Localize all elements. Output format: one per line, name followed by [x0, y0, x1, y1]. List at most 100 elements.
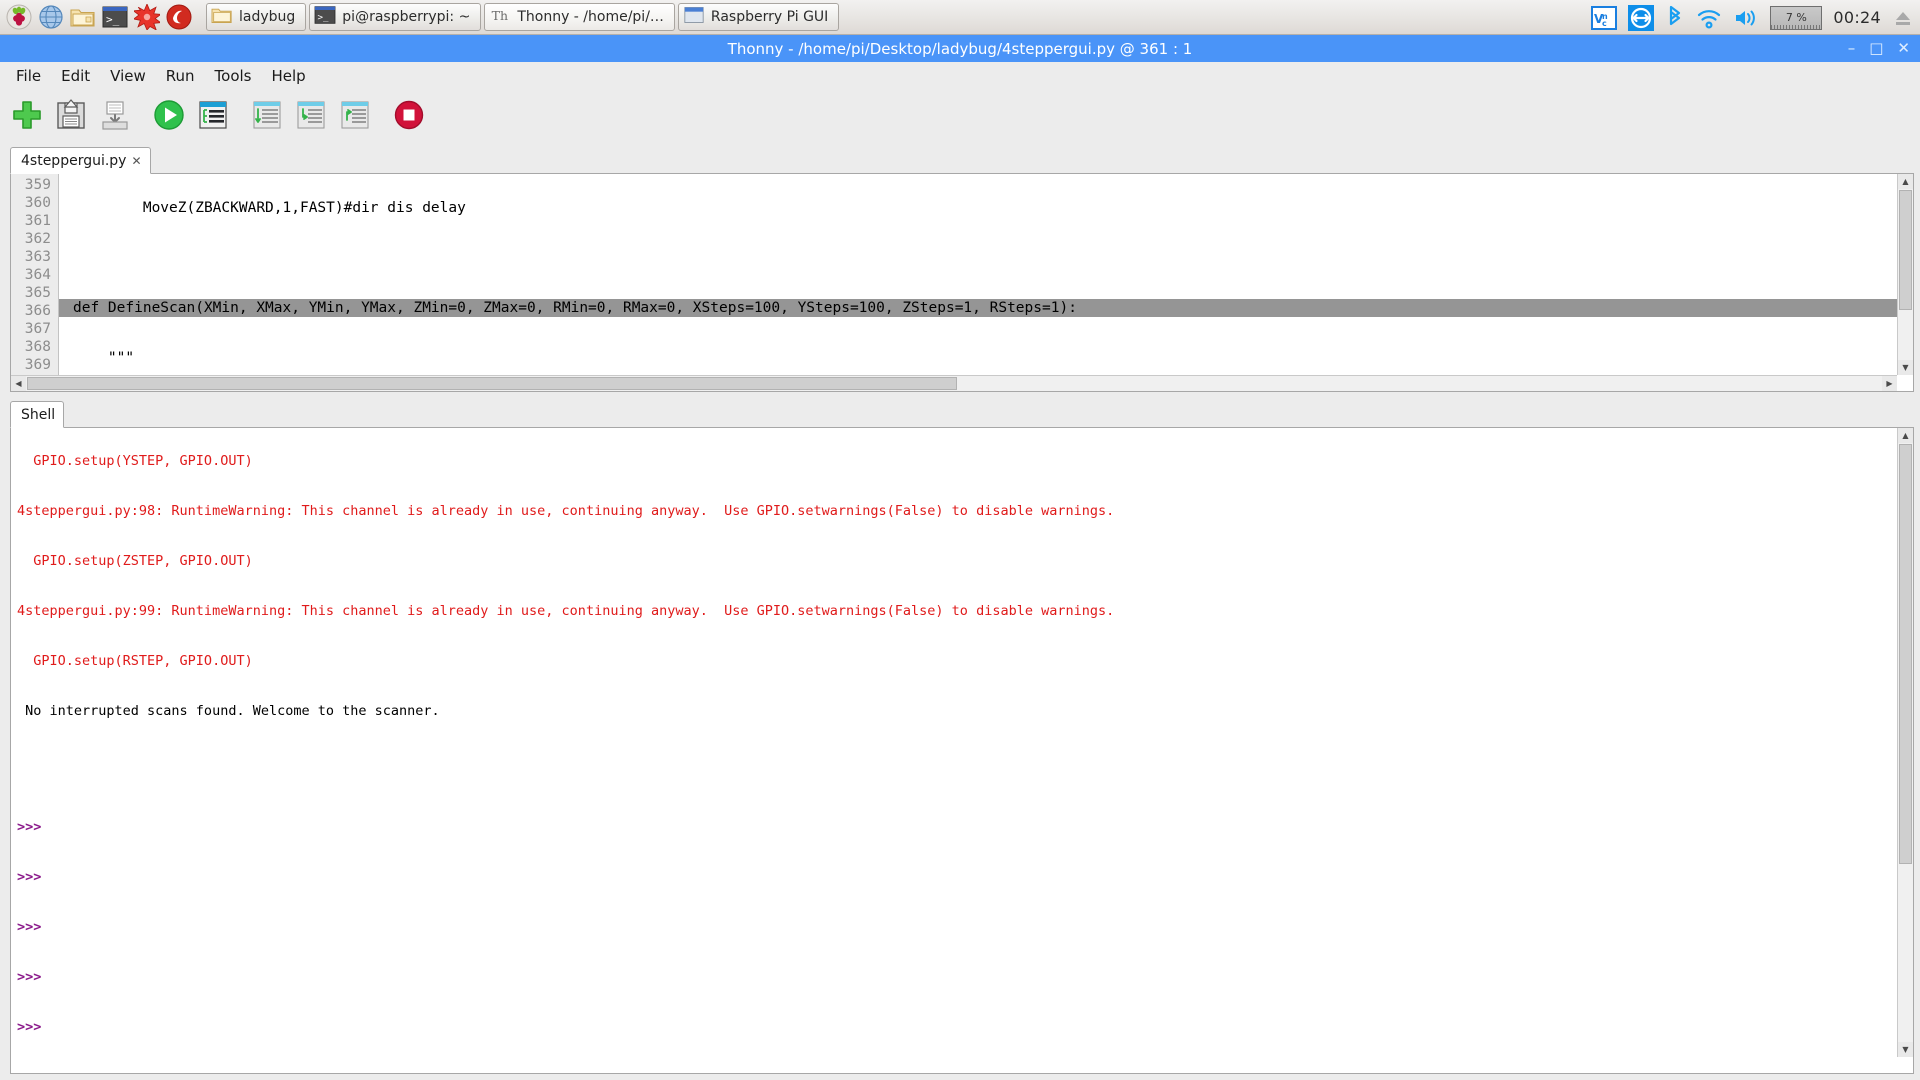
shell-line: 4steppergui.py:98: RuntimeWarning: This …	[17, 503, 1115, 519]
code-editor[interactable]: 359 360 361 362 363 364 365 366 367 368 …	[10, 174, 1914, 392]
line-number: 366	[24, 303, 51, 319]
prompt-symbol: >>>	[17, 819, 42, 835]
new-file-button[interactable]	[8, 96, 46, 134]
taskbar-window-label: Raspberry Pi GUI	[710, 9, 829, 25]
save-file-button[interactable]	[52, 96, 90, 134]
web-browser-icon[interactable]	[36, 2, 66, 32]
prompt-symbol: >>>	[17, 969, 42, 985]
mathematica-icon[interactable]	[132, 2, 162, 32]
editor-area: 4steppergui.py ✕ 359 360 361 362 363 364…	[10, 146, 1914, 392]
file-manager-icon[interactable]	[68, 2, 98, 32]
taskbar-window-label: pi@raspberrypi: ~	[342, 9, 471, 25]
minimize-button[interactable]: –	[1848, 41, 1856, 56]
code-line-text: def DefineScan(XMin, XMax, YMin, YMax, Z…	[73, 300, 1077, 316]
close-button[interactable]: ✕	[1897, 41, 1910, 56]
shell-line: No interrupted scans found. Welcome to t…	[17, 703, 440, 719]
line-number-gutter: 359 360 361 362 363 364 365 366 367 368 …	[11, 174, 59, 391]
shell-area: Shell GPIO.setup(YSTEP, GPIO.OUT) 4stepp…	[10, 400, 1914, 1074]
line-number: 364	[24, 267, 51, 283]
step-into-button[interactable]	[292, 96, 330, 134]
menu-edit[interactable]: Edit	[53, 64, 98, 88]
terminal-icon[interactable]: >_	[100, 2, 130, 32]
taskbar-window-raspberry-pi-gui[interactable]: Raspberry Pi GUI	[677, 3, 840, 31]
wifi-icon[interactable]	[1696, 6, 1722, 30]
menu-view[interactable]: View	[102, 64, 154, 88]
svg-text:Th: Th	[492, 8, 508, 23]
line-number: 369	[24, 357, 51, 373]
shell-output[interactable]: GPIO.setup(YSTEP, GPIO.OUT) 4steppergui.…	[11, 428, 1896, 1073]
scrollbar-thumb[interactable]	[1899, 444, 1912, 864]
step-out-button[interactable]	[336, 96, 374, 134]
shell-prompt-line: >>>	[17, 1068, 1896, 1073]
taskbar-window-label: ladybug	[239, 9, 296, 25]
vnc-icon[interactable]: V n c	[1591, 5, 1618, 31]
volume-icon[interactable]	[1733, 6, 1759, 30]
shell-line: GPIO.setup(YSTEP, GPIO.OUT)	[17, 453, 253, 469]
menu-tools[interactable]: Tools	[207, 64, 260, 88]
taskbar-window-thonny[interactable]: Th Thonny - /home/pi/…	[484, 3, 675, 31]
wolfram-icon[interactable]	[164, 2, 194, 32]
scroll-up-arrow[interactable]: ▲	[1898, 174, 1913, 189]
thonny-icon: Th	[489, 5, 511, 29]
taskbar-window-terminal[interactable]: >_ pi@raspberrypi: ~	[309, 3, 482, 31]
svg-text:>_: >_	[106, 13, 120, 26]
editor-tab-4steppergui[interactable]: 4steppergui.py ✕	[10, 147, 151, 174]
step-over-button[interactable]	[248, 96, 286, 134]
scroll-down-arrow[interactable]: ▼	[1898, 360, 1913, 375]
run-button[interactable]	[150, 96, 188, 134]
stop-button[interactable]	[390, 96, 428, 134]
taskbar-launchers: >_	[0, 2, 194, 32]
editor-tabstrip: 4steppergui.py ✕	[10, 146, 1914, 174]
window-controls: – □ ✕	[1848, 35, 1910, 62]
close-icon[interactable]: ✕	[131, 154, 141, 168]
editor-horizontal-scrollbar[interactable]: ◀ ▶	[11, 375, 1897, 391]
scroll-up-arrow[interactable]: ▲	[1898, 428, 1913, 443]
scroll-right-arrow[interactable]: ▶	[1882, 376, 1897, 391]
shell-line: GPIO.setup(RSTEP, GPIO.OUT)	[17, 653, 253, 669]
shell-tab[interactable]: Shell	[10, 401, 65, 428]
scroll-down-arrow[interactable]: ▼	[1898, 1042, 1913, 1057]
svg-text:>_: >_	[318, 12, 330, 23]
cpu-monitor[interactable]: 7 %	[1770, 5, 1823, 30]
clock[interactable]: 00:24	[1833, 8, 1881, 27]
svg-text:c: c	[1602, 19, 1607, 28]
taskbar-window-ladybug[interactable]: ladybug	[206, 3, 307, 31]
load-file-button[interactable]	[96, 96, 134, 134]
line-number: 359	[24, 177, 51, 193]
editor-tab-label: 4steppergui.py	[21, 152, 127, 169]
shell-prompt-line: >>>	[17, 968, 1896, 986]
raspberry-menu-icon[interactable]	[4, 2, 34, 32]
prompt-symbol: >>>	[17, 869, 42, 885]
shell-tabstrip: Shell	[10, 400, 1914, 428]
scroll-left-arrow[interactable]: ◀	[11, 376, 26, 391]
line-number: 360	[24, 195, 51, 211]
toolbar	[0, 90, 1920, 140]
shell-vertical-scrollbar[interactable]: ▲ ▼	[1897, 428, 1913, 1057]
debug-button[interactable]	[194, 96, 232, 134]
menu-help[interactable]: Help	[264, 64, 314, 88]
thonny-window: Thonny - /home/pi/Desktop/ladybug/4stepp…	[0, 35, 1920, 1080]
taskbar-window-buttons: ladybug >_ pi@raspberrypi: ~ Th Thonny -…	[206, 3, 840, 31]
scrollbar-thumb[interactable]	[1899, 190, 1912, 310]
eject-icon[interactable]	[1892, 7, 1914, 29]
line-number: 363	[24, 249, 51, 265]
code-text[interactable]: MoveZ(ZBACKWARD,1,FAST)#dir dis delay de…	[59, 174, 1913, 391]
line-number: 361	[24, 213, 51, 229]
shell-prompt-line: >>>	[17, 918, 1896, 936]
folder-icon	[211, 5, 233, 29]
menu-run[interactable]: Run	[158, 64, 203, 88]
prompt-symbol: >>>	[17, 1019, 42, 1035]
shell-line: 4steppergui.py:99: RuntimeWarning: This …	[17, 603, 1115, 619]
window-titlebar[interactable]: Thonny - /home/pi/Desktop/ladybug/4stepp…	[0, 35, 1920, 62]
maximize-button[interactable]: □	[1869, 41, 1883, 56]
line-number: 365	[24, 285, 51, 301]
scrollbar-thumb[interactable]	[27, 377, 957, 390]
line-number: 368	[24, 339, 51, 355]
editor-vertical-scrollbar[interactable]: ▲ ▼	[1897, 174, 1913, 375]
teamviewer-icon[interactable]	[1628, 4, 1655, 31]
bluetooth-icon[interactable]	[1665, 5, 1685, 31]
python-shell[interactable]: GPIO.setup(YSTEP, GPIO.OUT) 4steppergui.…	[10, 428, 1914, 1074]
menu-file[interactable]: File	[8, 64, 49, 88]
